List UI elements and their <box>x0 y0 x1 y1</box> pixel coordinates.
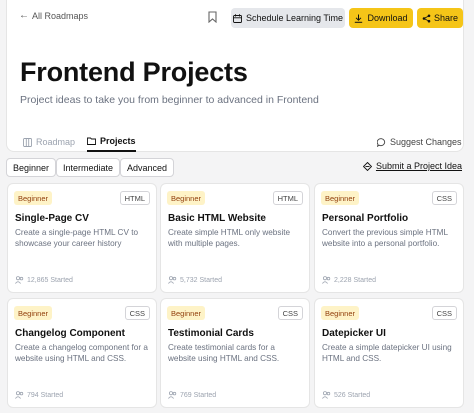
project-title: Personal Portfolio <box>322 213 409 224</box>
level-badge: Beginner <box>167 191 206 205</box>
share-button[interactable]: Share <box>417 8 463 28</box>
project-card[interactable]: Beginner CSS Datepicker UI Create a simple … <box>314 298 464 408</box>
started-count-label: 2,228 Started <box>334 276 377 284</box>
message-icon <box>377 137 386 147</box>
level-badge: Beginner <box>321 306 360 320</box>
schedule-learning-time-button[interactable]: Schedule Learning Time <box>231 8 345 28</box>
bookmark-icon[interactable] <box>205 9 219 25</box>
page-title: Frontend Projects <box>20 57 248 87</box>
started-count-label: 794 Started <box>27 391 64 399</box>
started-count: 12,865 Started <box>15 276 73 284</box>
tech-badge: CSS <box>124 306 150 320</box>
project-card[interactable]: Beginner CSS Changelog Component Create a c… <box>7 298 157 408</box>
tech-badge: HTML <box>119 191 150 205</box>
project-card[interactable]: Beginner HTML Single-Page CV Create a singl… <box>7 183 157 293</box>
started-count-label: 526 Started <box>334 391 371 399</box>
page-subtitle: Project ideas to take you from beginner … <box>20 94 319 106</box>
download-button-label: Download <box>367 13 408 23</box>
started-count-label: 12,865 Started <box>27 276 73 284</box>
project-title: Basic HTML Website <box>168 213 266 224</box>
started-count: 769 Started <box>168 391 216 399</box>
started-count: 794 Started <box>15 391 63 399</box>
project-description: Convert the previous simple HTML website… <box>322 228 448 249</box>
started-count: 5,732 Started <box>168 276 222 284</box>
project-description: Create testimonial cards for a website u… <box>168 343 280 364</box>
project-card[interactable]: Beginner HTML Basic HTML Website Create sim… <box>160 183 310 293</box>
arrow-left-icon: ← <box>19 10 29 21</box>
level-badge: Beginner <box>14 191 53 205</box>
users-icon <box>168 276 177 284</box>
lightbulb-icon <box>362 161 372 171</box>
started-count-label: 5,732 Started <box>180 276 223 284</box>
project-description: Create simple HTML only website with mul… <box>168 228 291 249</box>
filter-advanced[interactable]: Advanced <box>120 158 175 177</box>
download-button[interactable]: Download <box>349 8 413 28</box>
tech-badge: CSS <box>431 191 457 205</box>
back-to-roadmaps-link[interactable]: ← All Roadmaps <box>19 10 88 21</box>
users-icon <box>15 276 24 284</box>
top-toolbar: ← All Roadmaps Schedule Learning Time Do… <box>7 6 463 28</box>
map-icon <box>23 137 32 147</box>
submit-project-idea-label: Submit a Project Idea <box>375 161 462 171</box>
suggest-changes-button[interactable]: Suggest Changes <box>377 132 462 152</box>
project-description: Create a simple datepicker UI using HTML… <box>322 343 452 364</box>
project-title: Changelog Component <box>15 328 125 339</box>
project-title: Datepicker UI <box>322 328 386 339</box>
back-link-label: All Roadmaps <box>32 10 89 21</box>
folder-icon <box>87 137 96 145</box>
project-description: Create a single-page HTML CV to showcase… <box>15 228 139 249</box>
started-count-label: 769 Started <box>180 391 217 399</box>
download-icon <box>355 14 363 23</box>
tab-bar: Roadmap Projects Suggest Changes <box>7 132 463 152</box>
users-icon <box>322 391 331 399</box>
started-count: 526 Started <box>322 391 370 399</box>
users-icon <box>15 391 24 399</box>
tab-projects-label: Projects <box>100 136 136 146</box>
filter-beginner[interactable]: Beginner <box>6 158 57 177</box>
page-header: ← All Roadmaps Schedule Learning Time Do… <box>6 0 464 152</box>
suggest-changes-label: Suggest Changes <box>390 137 462 147</box>
project-title: Testimonial Cards <box>168 328 254 339</box>
filter-intermediate[interactable]: Intermediate <box>56 158 121 177</box>
project-title: Single-Page CV <box>15 213 89 224</box>
schedule-button-label: Schedule Learning Time <box>245 13 344 23</box>
level-badge: Beginner <box>167 306 206 320</box>
tab-roadmap[interactable]: Roadmap <box>23 132 75 152</box>
tech-badge: CSS <box>277 306 303 320</box>
submit-project-idea-link[interactable]: Submit a Project Idea <box>362 161 462 171</box>
project-card[interactable]: Beginner CSS Personal Portfolio Convert the… <box>314 183 464 293</box>
share-icon <box>422 14 431 22</box>
tab-roadmap-label: Roadmap <box>36 137 76 147</box>
tech-badge: CSS <box>431 306 457 320</box>
calendar-icon <box>233 13 242 23</box>
project-card[interactable]: Beginner CSS Testimonial Cards Create testi… <box>160 298 310 408</box>
filter-row: Beginner Intermediate Advanced Submit a … <box>6 158 464 177</box>
users-icon <box>168 391 177 399</box>
tech-badge: HTML <box>272 191 303 205</box>
level-badge: Beginner <box>321 191 360 205</box>
level-badge: Beginner <box>14 306 53 320</box>
started-count: 2,228 Started <box>322 276 376 284</box>
tab-projects[interactable]: Projects <box>87 132 136 152</box>
share-button-label: Share <box>433 13 459 23</box>
users-icon <box>322 276 331 284</box>
project-description: Create a changelog component for a websi… <box>15 343 148 364</box>
